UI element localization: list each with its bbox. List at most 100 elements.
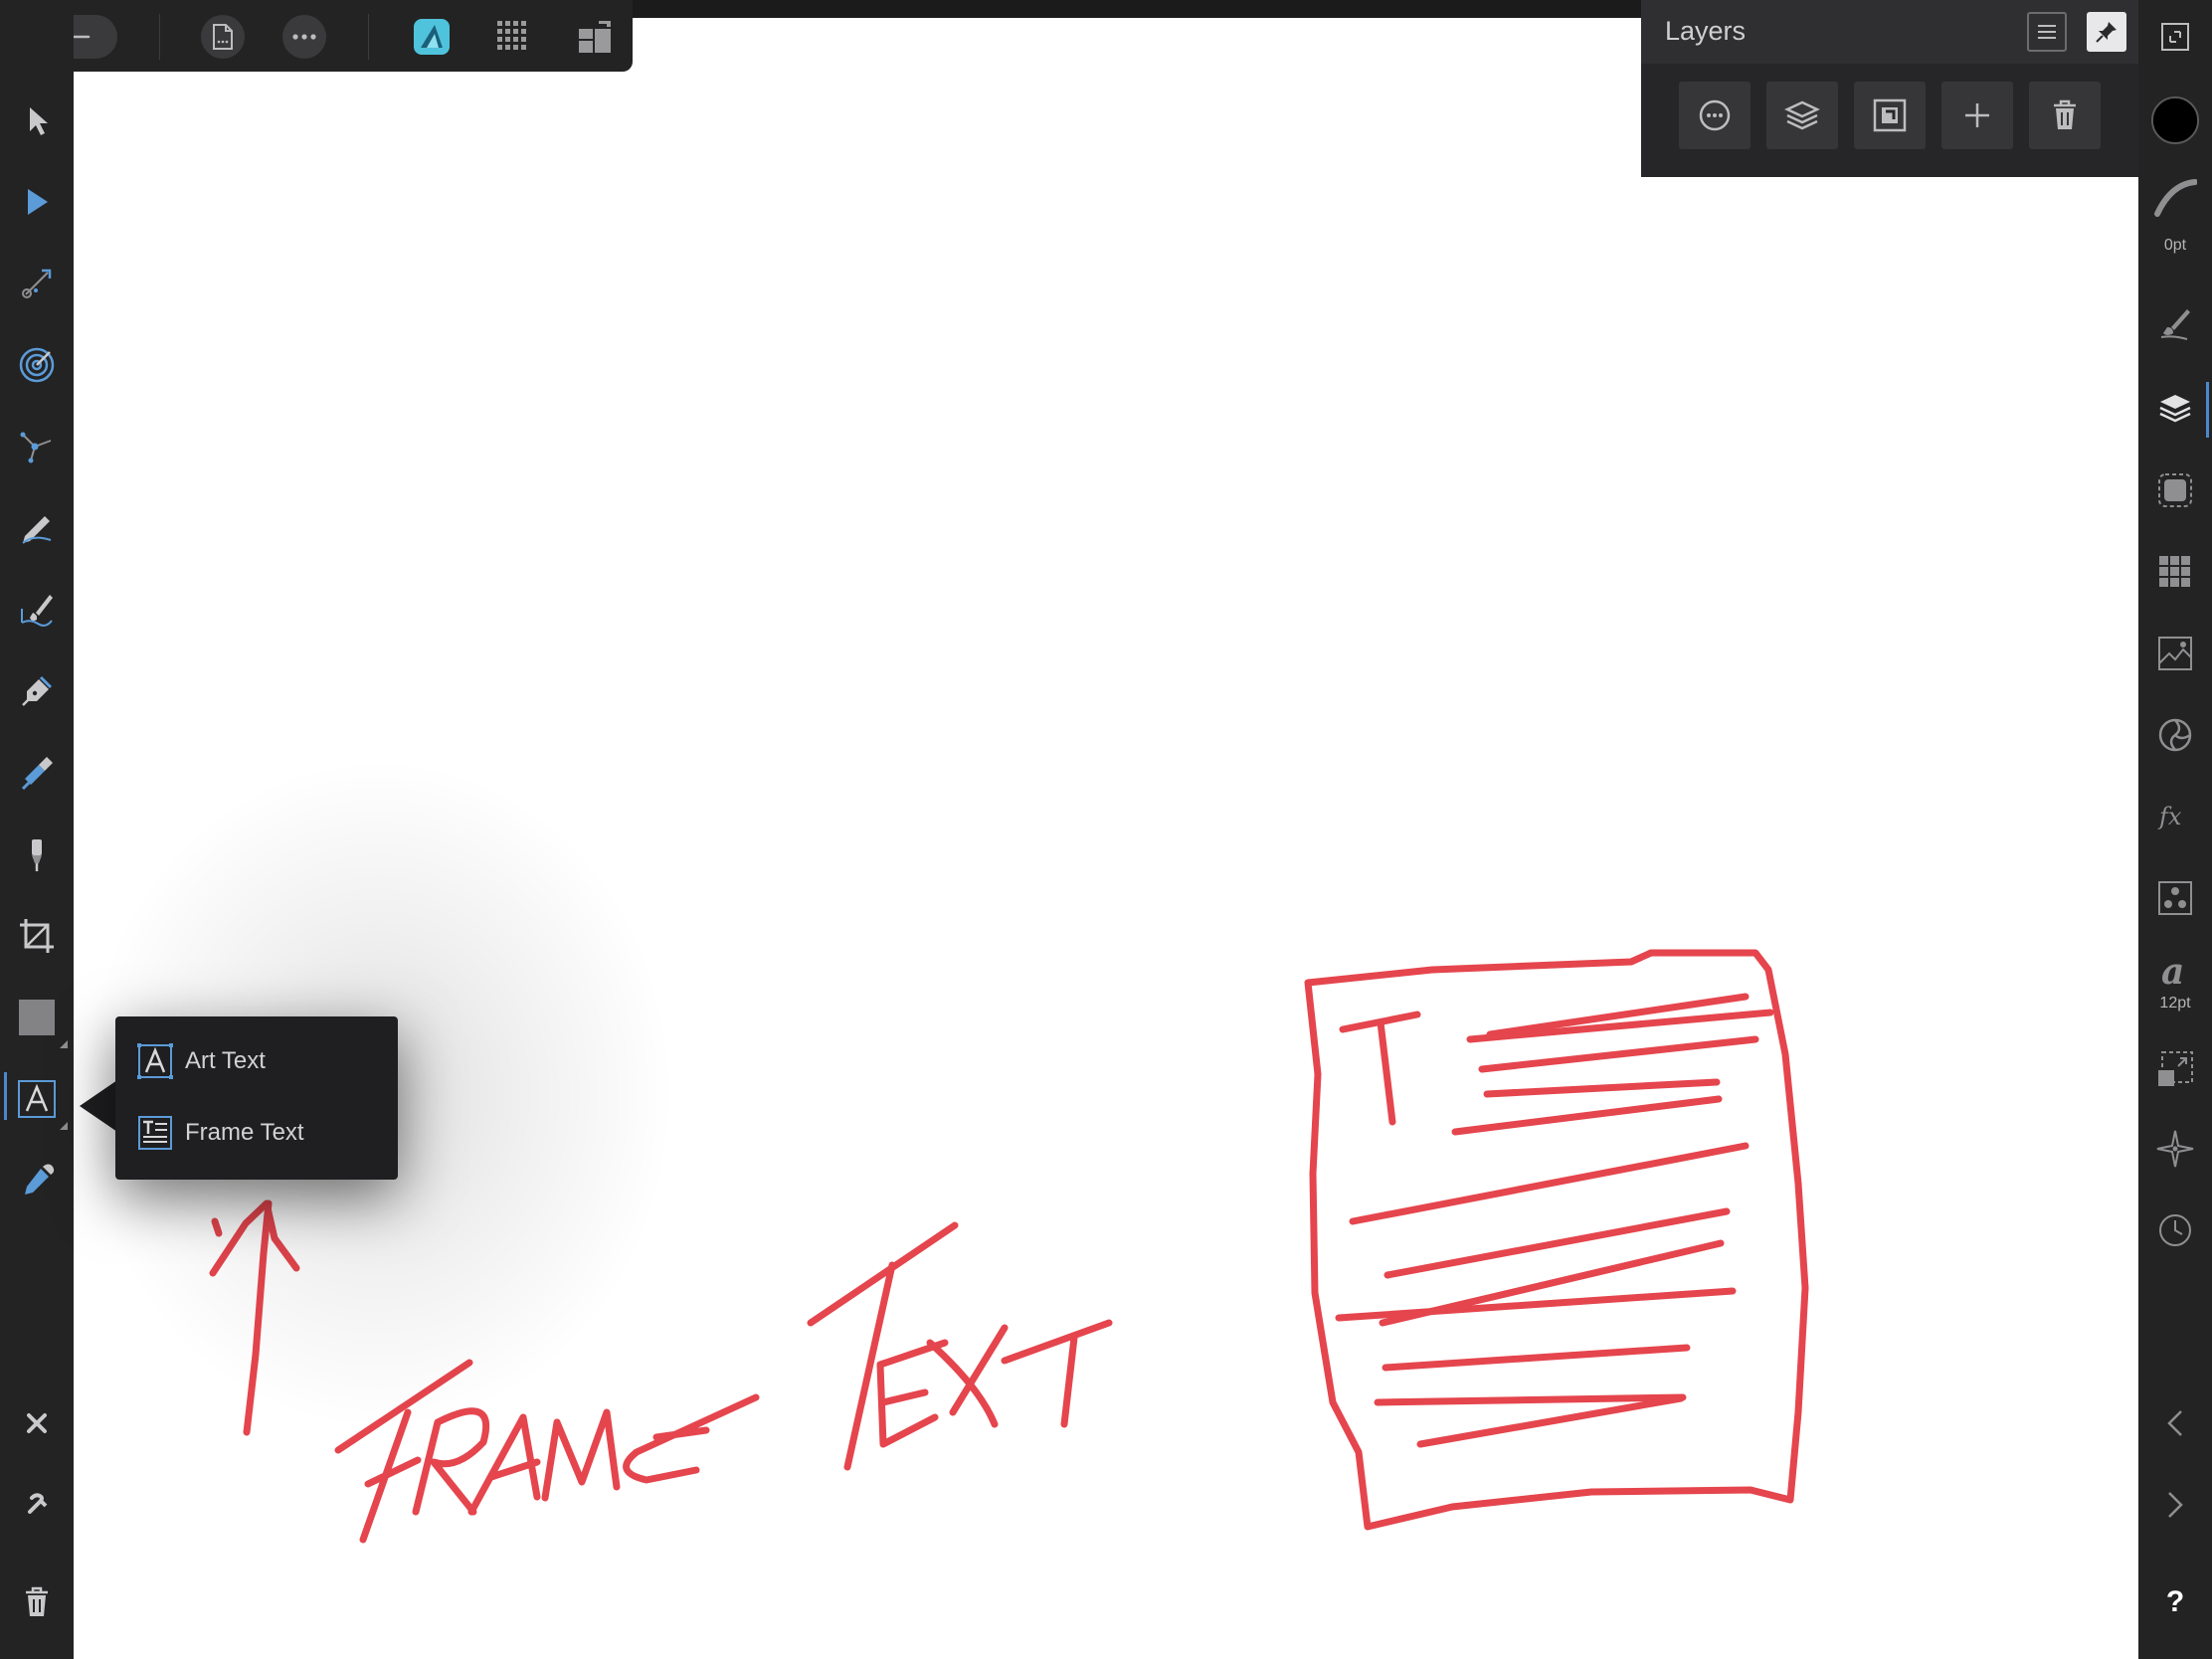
contour-tool-icon xyxy=(22,269,52,298)
svg-text:fx: fx xyxy=(2157,803,2182,830)
document-button[interactable] xyxy=(201,15,245,59)
vector-brush-tool-icon xyxy=(21,595,53,627)
art-text-icon xyxy=(137,1043,173,1079)
persona-designer-icon xyxy=(414,19,450,55)
rectangle-tool[interactable] xyxy=(12,993,68,1048)
pen-tool-icon xyxy=(22,675,53,706)
frame-text-icon xyxy=(138,1116,172,1150)
assets-studio-button[interactable] xyxy=(2150,629,2200,678)
effects-dashed-square-icon xyxy=(2158,473,2192,507)
layers-studio-button[interactable] xyxy=(2150,384,2200,434)
chevron-right-icon xyxy=(2168,1492,2183,1518)
fill-color-circle-icon xyxy=(2150,95,2200,145)
effects-studio-button[interactable]: fx xyxy=(2150,792,2200,841)
image-icon xyxy=(2158,637,2192,670)
color-wheel-icon xyxy=(2158,718,2192,752)
toolbar-separator xyxy=(159,14,160,60)
adjustments-studio-button[interactable] xyxy=(2150,465,2200,515)
pencil-tool[interactable] xyxy=(12,503,62,553)
swatches-studio-button[interactable] xyxy=(2150,547,2200,597)
chevron-left-icon xyxy=(2167,1410,2182,1436)
sketch-letter-A xyxy=(467,1413,541,1516)
art-text-option[interactable]: Art Text xyxy=(137,1036,386,1086)
mask-button[interactable] xyxy=(1854,82,1926,149)
flyout-arrow xyxy=(80,1080,117,1132)
corner-tool[interactable] xyxy=(12,340,62,390)
styles-studio-button[interactable] xyxy=(2150,873,2200,923)
text-styles-studio-button[interactable]: a xyxy=(2150,947,2200,997)
layer-options-icon xyxy=(1699,99,1731,131)
point-transform-tool[interactable] xyxy=(12,422,62,471)
vector-brush-tool[interactable] xyxy=(12,585,62,635)
crop-tool-icon xyxy=(20,919,54,953)
flyout-corner-icon xyxy=(60,1122,68,1130)
brushes-studio-button[interactable] xyxy=(2150,298,2200,348)
frame-text-option[interactable]: Frame Text xyxy=(137,1108,386,1158)
help-button[interactable]: ? xyxy=(2150,1577,2200,1627)
designer-persona-button[interactable] xyxy=(408,14,456,60)
fill-tool-icon xyxy=(21,757,53,791)
fill-color-swatch[interactable] xyxy=(2150,95,2200,145)
layer-stack-button[interactable] xyxy=(1766,82,1838,149)
delete-button[interactable] xyxy=(12,1577,62,1627)
sketch-letter-T2 xyxy=(1001,1319,1113,1428)
frame-text-label: Frame Text xyxy=(185,1119,304,1146)
transparency-tool[interactable] xyxy=(12,830,62,879)
node-tool[interactable] xyxy=(12,177,62,227)
text-tool[interactable] xyxy=(12,1074,68,1130)
color-studio-button[interactable] xyxy=(2150,710,2200,760)
top-toolbar xyxy=(0,0,633,72)
sketch-letter-E2 xyxy=(876,1339,949,1448)
layer-stack-icon xyxy=(1784,100,1820,130)
compass-icon xyxy=(2156,1130,2194,1168)
stroke-curve-icon xyxy=(2154,179,2197,217)
active-studio-indicator xyxy=(2206,382,2209,438)
layer-options-button[interactable] xyxy=(1679,82,1751,149)
layers-panel-title: Layers xyxy=(1665,16,1747,46)
contour-tool[interactable] xyxy=(12,259,62,308)
move-tool[interactable] xyxy=(12,95,62,145)
delete-layer-icon xyxy=(2054,99,2076,129)
crop-tool[interactable] xyxy=(12,911,62,961)
trash-icon xyxy=(26,1586,48,1616)
history-studio-button[interactable] xyxy=(2150,1205,2200,1255)
pen-tool[interactable] xyxy=(12,666,62,716)
navigator-studio-button[interactable] xyxy=(2150,1124,2200,1174)
layers-studio-icon xyxy=(2159,395,2191,423)
font-a-icon: a xyxy=(2161,952,2184,992)
layers-panel: Layers xyxy=(1641,0,2138,177)
collapse-right-button[interactable] xyxy=(2150,1480,2200,1530)
pin-panel-button[interactable] xyxy=(2087,12,2126,52)
sketch-letter-M xyxy=(541,1408,621,1502)
more-icon xyxy=(292,34,316,40)
close-icon xyxy=(27,1413,47,1433)
swatches-grid-icon xyxy=(2159,556,2190,587)
transparency-tool-icon xyxy=(32,839,42,871)
color-picker-tool[interactable] xyxy=(12,1156,62,1205)
layers-panel-header: Layers xyxy=(1641,0,2138,64)
node-tool-icon xyxy=(28,189,48,215)
close-button[interactable] xyxy=(12,1398,62,1448)
move-tool-icon xyxy=(30,107,48,135)
point-transform-tool-icon xyxy=(20,432,52,463)
delete-layer-button[interactable] xyxy=(2029,82,2101,149)
stroke-width-label: 0pt xyxy=(2163,237,2187,254)
document-icon xyxy=(213,24,233,50)
transform-icon xyxy=(2158,1051,2193,1086)
collapse-left-button[interactable] xyxy=(2150,1398,2200,1448)
text-tool-flyout: Art Text Frame Text xyxy=(115,1016,398,1180)
more-button[interactable] xyxy=(282,15,326,59)
add-layer-button[interactable] xyxy=(1941,82,2013,149)
fullscreen-button[interactable] xyxy=(2150,12,2200,62)
transform-studio-button[interactable] xyxy=(2150,1044,2200,1094)
panel-menu-button[interactable] xyxy=(2027,12,2067,52)
snapping-button[interactable] xyxy=(12,1480,62,1530)
stroke-width-button[interactable] xyxy=(2150,173,2200,223)
active-tool-indicator xyxy=(4,1072,7,1120)
fill-tool[interactable] xyxy=(12,748,62,798)
export-persona-button[interactable] xyxy=(571,14,619,60)
text-tool-icon xyxy=(18,1080,56,1118)
pixel-persona-button[interactable] xyxy=(489,14,537,60)
flyout-corner-icon xyxy=(60,1040,68,1048)
corner-tool-icon xyxy=(19,347,55,383)
